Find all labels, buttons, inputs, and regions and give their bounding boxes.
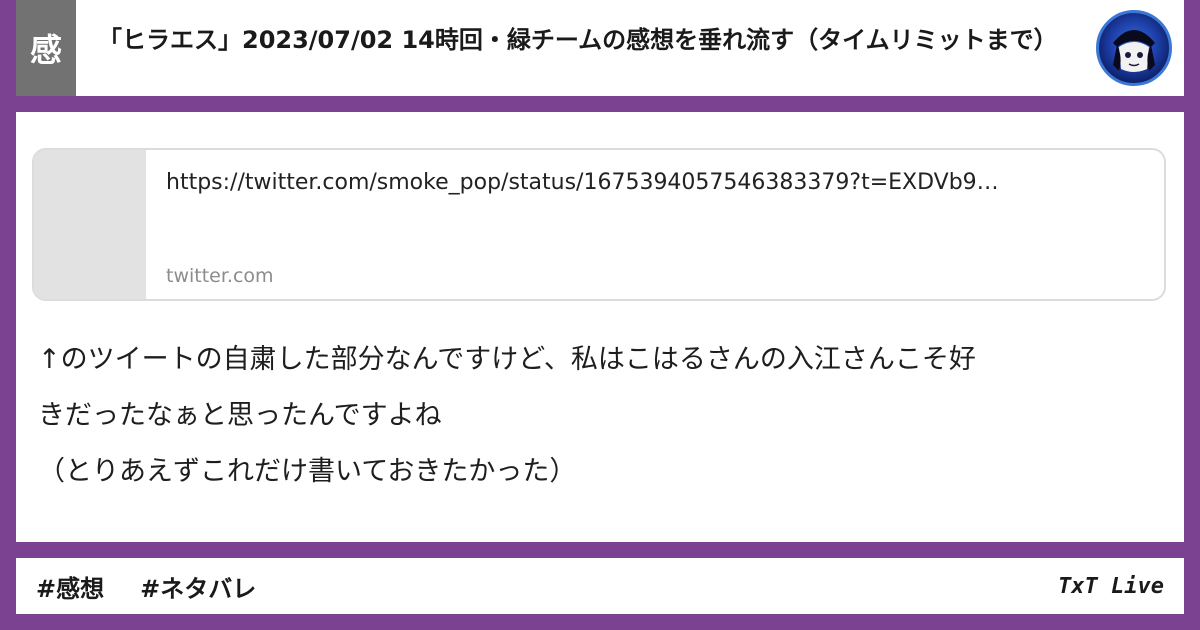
avatar-character-icon (1113, 30, 1155, 72)
post-title: 「ヒラエス」2023/07/02 14時回・緑チームの感想を垂れ流す（タイムリミ… (98, 26, 1058, 54)
link-preview-body: https://twitter.com/smoke_pop/status/167… (146, 150, 1164, 299)
hashtag-kansou[interactable]: #感想 (36, 569, 104, 604)
post-body: https://twitter.com/smoke_pop/status/167… (16, 112, 1184, 542)
link-thumbnail (34, 150, 146, 299)
post-header: 感 「ヒラエス」2023/07/02 14時回・緑チームの感想を垂れ流す（タイム… (16, 0, 1184, 96)
post-content: ↑のツイートの自粛した部分なんですけど、私はこはるさんの入江さんこそ好 きだった… (38, 332, 1168, 500)
link-url[interactable]: https://twitter.com/smoke_pop/status/167… (166, 166, 1146, 200)
author-avatar[interactable] (1096, 10, 1172, 86)
link-domain: twitter.com (166, 265, 274, 287)
hashtag-netabare[interactable]: #ネタバレ (140, 569, 256, 604)
content-line: （とりあえずこれだけ書いておきたかった） (38, 456, 577, 487)
post-footer: #感想 #ネタバレ TxT Live (16, 558, 1184, 614)
category-badge: 感 (16, 0, 76, 96)
content-line: きだったなぁと思ったんですよね (38, 400, 442, 431)
brand-logo: TxT Live (1058, 573, 1164, 599)
link-preview-card[interactable]: https://twitter.com/smoke_pop/status/167… (32, 148, 1166, 301)
content-line: ↑のツイートの自粛した部分なんですけど、私はこはるさんの入江さんこそ好 (38, 344, 976, 375)
